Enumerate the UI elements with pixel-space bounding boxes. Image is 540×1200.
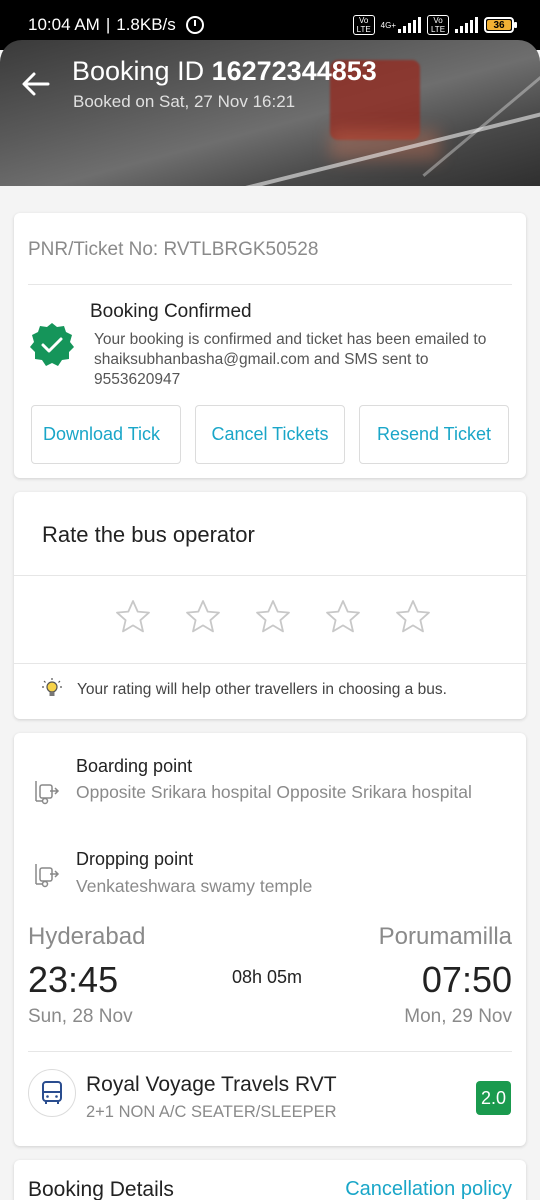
- back-arrow-icon[interactable]: [18, 66, 54, 102]
- star-icon-4[interactable]: [324, 598, 362, 636]
- origin-city: Hyderabad: [28, 923, 146, 950]
- arrival-date: Mon, 29 Nov: [404, 1006, 512, 1027]
- booked-on-date: Booked on Sat, 27 Nov 16:21: [73, 92, 296, 111]
- battery-level: 36: [493, 19, 505, 31]
- star-icon-2[interactable]: [184, 598, 222, 636]
- ticket-card: PNR/Ticket No: RVTLBRGK50528 Booking Con…: [14, 213, 526, 478]
- divider: [28, 284, 512, 285]
- booking-details-title: Booking Details: [28, 1178, 174, 1200]
- title-prefix: Booking ID: [72, 56, 205, 86]
- divider: [28, 1051, 512, 1052]
- pnr-number: PNR/Ticket No: RVTLBRGK50528: [28, 239, 319, 260]
- boarding-point-icon: [35, 781, 60, 805]
- bus-icon: [42, 1081, 62, 1104]
- boarding-point-label: Boarding point: [76, 756, 193, 776]
- dropping-point-label: Dropping point: [76, 849, 194, 869]
- resend-ticket-button[interactable]: Resend Ticket: [359, 405, 509, 464]
- network-type: 4G+: [380, 20, 396, 30]
- volte-icon: Vo LTE: [352, 15, 375, 35]
- divider: [14, 663, 526, 664]
- lightbulb-icon: [42, 678, 62, 696]
- journey-duration: 08h 05m: [232, 967, 303, 987]
- star-icon-1[interactable]: [114, 598, 152, 636]
- booking-status-title: Booking Confirmed: [90, 301, 252, 322]
- operator-avatar: [28, 1069, 76, 1117]
- battery-icon: 36: [484, 17, 517, 33]
- status-speed: 1.8KB/s: [116, 15, 176, 34]
- download-ticket-button[interactable]: Download Tick: [31, 405, 181, 464]
- booking-details-card: Booking Details Cancellation policy: [14, 1160, 526, 1200]
- alarm-icon: [185, 16, 204, 34]
- booking-header: Booking ID 16272344853 Booked on Sat, 27…: [0, 40, 540, 186]
- status-time: 10:04 AM: [28, 15, 100, 34]
- check-badge-icon: [30, 323, 74, 366]
- boarding-point-value: Opposite Srikara hospital Opposite Srika…: [76, 782, 472, 802]
- rating-title: Rate the bus operator: [42, 522, 255, 547]
- departure-time: 23:45: [28, 959, 119, 1000]
- page-title: Booking ID 16272344853: [72, 56, 377, 87]
- volte-icon-2: Vo LTE: [427, 15, 449, 35]
- star-icon-5[interactable]: [394, 598, 432, 636]
- star-icon-3[interactable]: [254, 598, 292, 636]
- bus-type: 2+1 NON A/C SEATER/SLEEPER: [86, 1103, 337, 1121]
- cancel-tickets-button[interactable]: Cancel Tickets: [195, 405, 345, 464]
- divider: [14, 575, 526, 576]
- destination-city: Porumamilla: [378, 923, 512, 950]
- operator-name: Royal Voyage Travels RVT: [86, 1073, 337, 1096]
- dropping-point-icon: [35, 864, 60, 888]
- rating-card: Rate the bus operator Your rating will h…: [14, 492, 526, 719]
- booking-status-message: Your booking is confirmed and ticket has…: [94, 331, 487, 388]
- arrival-time: 07:50: [421, 959, 512, 1000]
- star-rating: [114, 598, 432, 636]
- header-road-line-2: [422, 46, 540, 177]
- departure-date: Sun, 28 Nov: [28, 1006, 133, 1027]
- dropping-point-value: Venkateshwara swamy temple: [76, 876, 313, 896]
- booking-id: 16272344853: [211, 56, 377, 86]
- cancellation-policy-link[interactable]: Cancellation policy: [345, 1178, 512, 1200]
- signal-icon-2: [455, 17, 478, 33]
- rating-tip: Your rating will help other travellers i…: [77, 681, 447, 698]
- operator-rating-badge: 2.0: [476, 1081, 511, 1115]
- journey-card: Boarding point Opposite Srikara hospital…: [14, 733, 526, 1146]
- status-separator: |: [105, 15, 111, 34]
- signal-icon: [398, 17, 421, 33]
